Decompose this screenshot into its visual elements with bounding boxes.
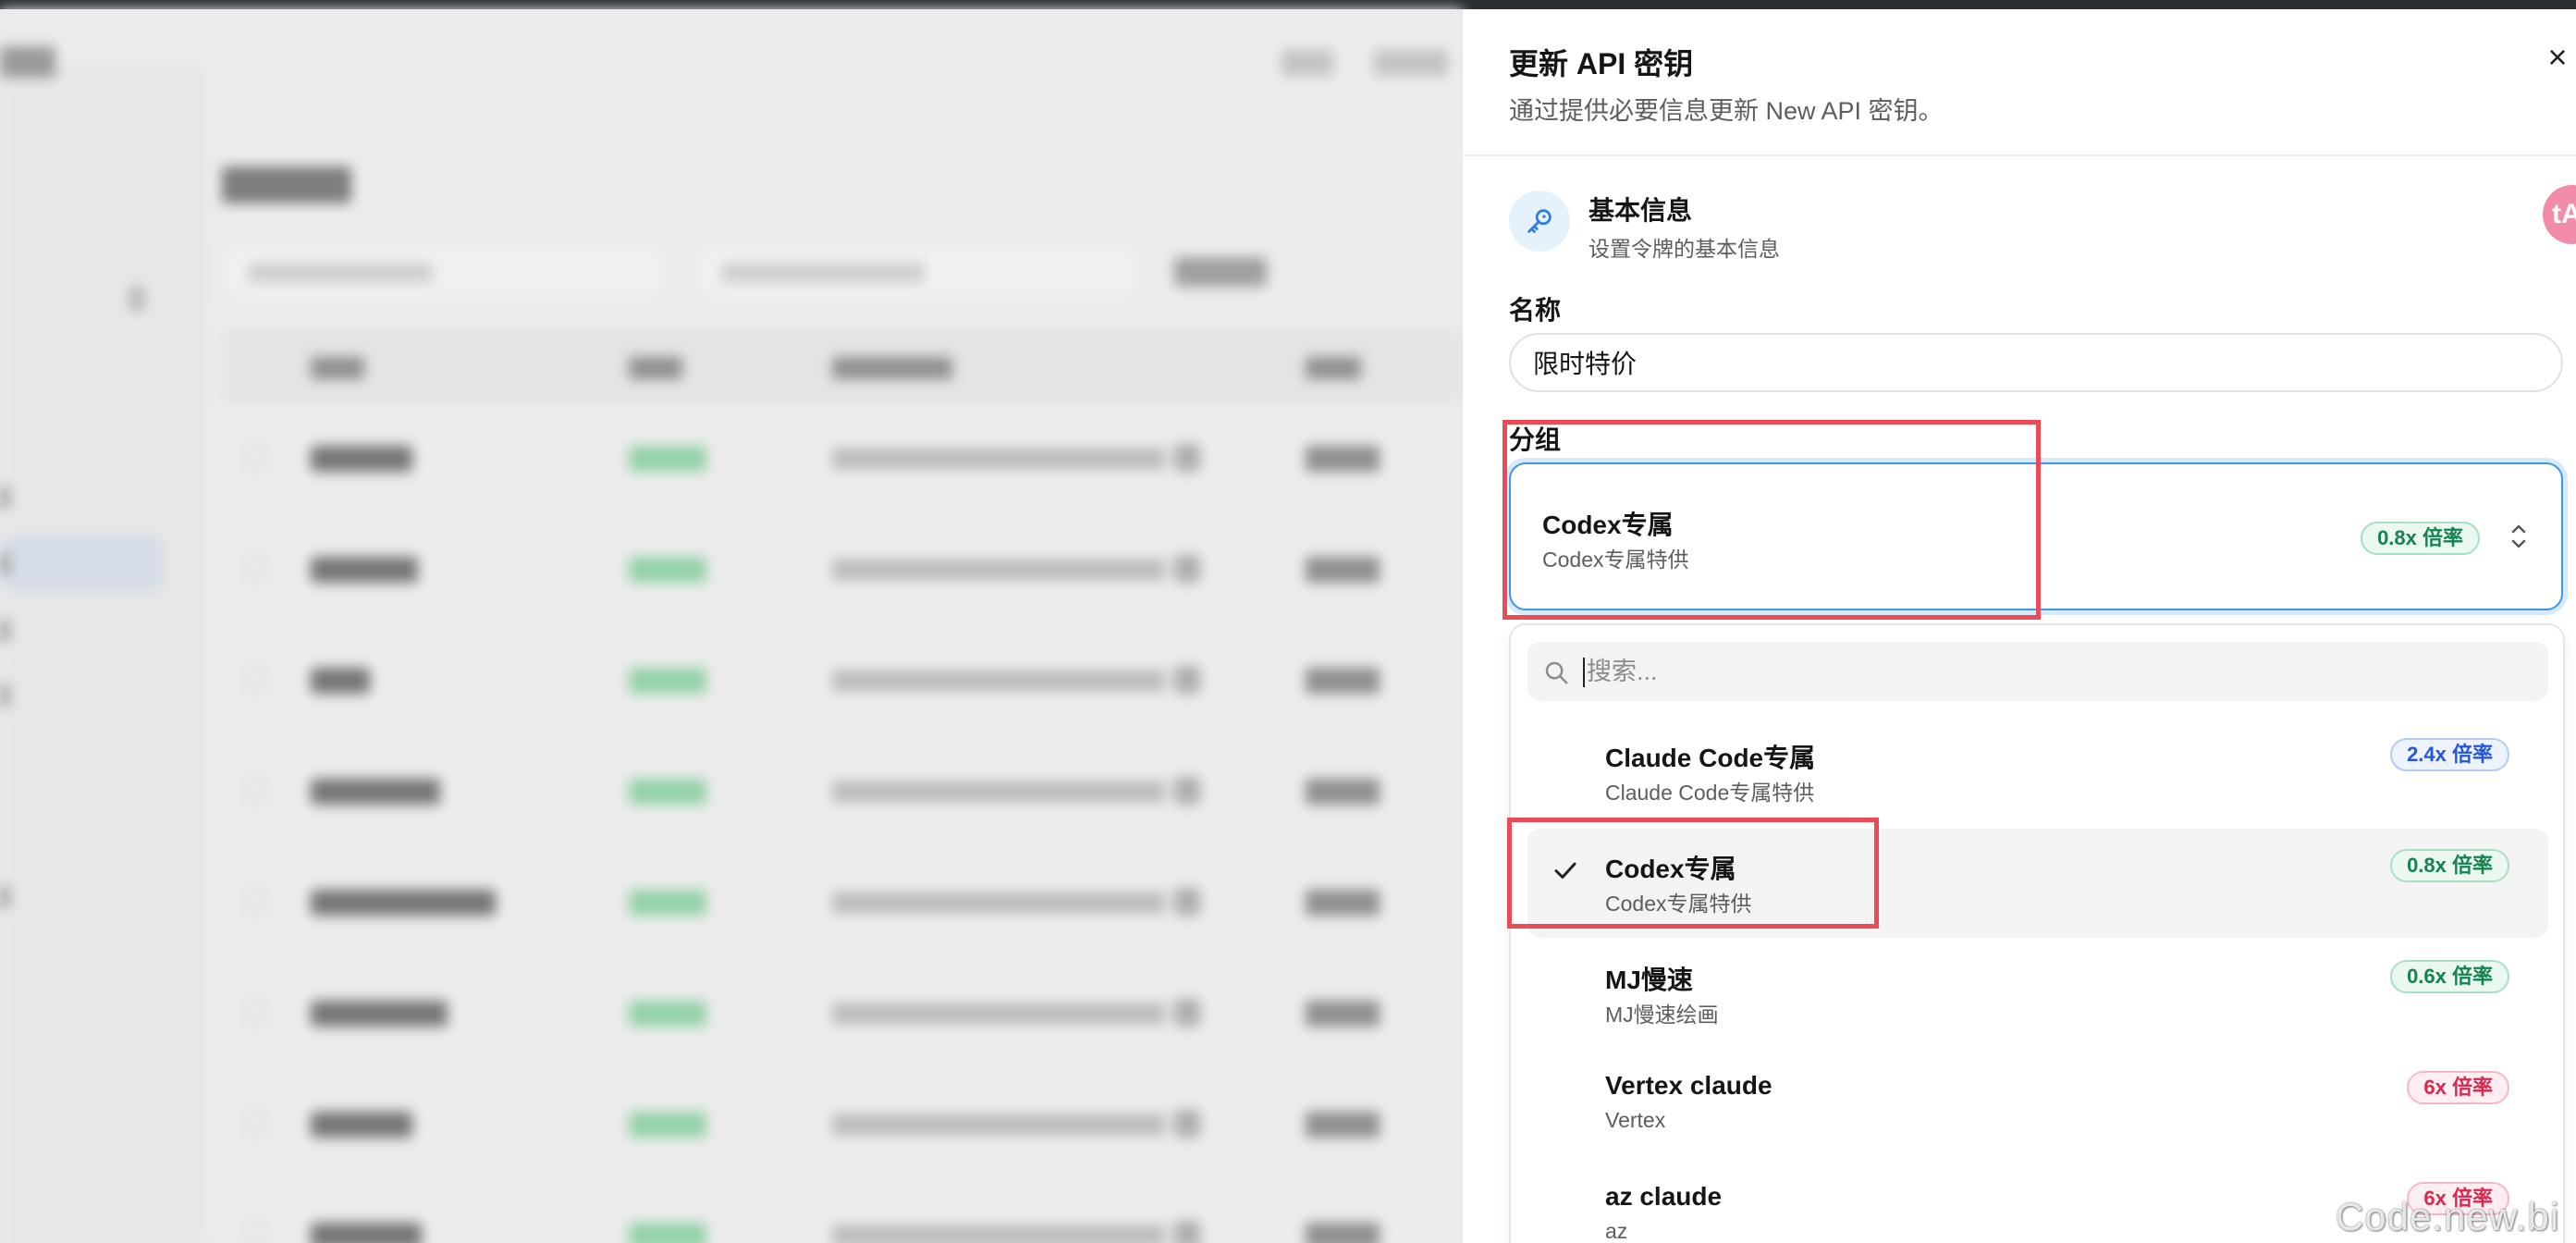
drawer-subtitle: 通过提供必要信息更新 New API 密钥。: [1509, 97, 1944, 125]
group-field-label: 分组: [1509, 425, 1562, 454]
dropdown-search-box[interactable]: [1527, 642, 2548, 701]
bg-sidebar: [0, 65, 207, 1243]
bg-top-link: [1282, 50, 1333, 76]
rate-badge: 2.4x 倍率: [2390, 738, 2509, 771]
header-divider: [1463, 154, 2576, 156]
key-icon: [1509, 191, 1570, 252]
option-name: Vertex claude: [1605, 1071, 1773, 1100]
edit-api-key-drawer: 更新 API 密钥 通过提供必要信息更新 New API 密钥。 × 基本信息 …: [1463, 9, 2576, 1243]
option-name: Claude Code专属: [1605, 744, 1816, 772]
rate-badge: 6x 倍率: [2407, 1071, 2509, 1104]
option-desc: Vertex: [1605, 1108, 1666, 1132]
bg-collapse-chevron: [129, 287, 144, 311]
chevron-updown-icon: [2511, 524, 2526, 548]
bg-table-row: [222, 625, 1463, 736]
drawer-title: 更新 API 密钥: [1509, 47, 1694, 80]
bg-sidebar-icon: [0, 486, 9, 509]
section-subtitle: 设置令牌的基本信息: [1589, 237, 1780, 261]
bg-table-row: [222, 1180, 1463, 1243]
bg-sidebar-icon: [0, 620, 9, 642]
group-select-name: Codex专属: [1542, 511, 1674, 539]
group-dropdown-list: Claude Code专属 Claude Code专属特供 2.4x 倍率 Co…: [1509, 623, 2565, 1243]
bg-table-row: [222, 514, 1463, 625]
bg-sidebar-icon: [0, 553, 9, 575]
rate-badge: 0.8x 倍率: [2390, 849, 2509, 882]
option-desc: MJ慢速绘画: [1605, 1003, 1719, 1027]
group-option-codex[interactable]: Codex专属 Codex专属特供 0.8x 倍率: [1527, 829, 2548, 938]
search-icon: [1545, 661, 1568, 684]
bg-table-row: [222, 958, 1463, 1069]
group-option-mj-slow[interactable]: MJ慢速 MJ慢速绘画 0.6x 倍率: [1527, 940, 2548, 1049]
floating-translate-badge[interactable]: tA: [2543, 185, 2576, 244]
section-title: 基本信息: [1589, 196, 1693, 225]
window-top-bar: [0, 0, 2576, 9]
option-desc: Claude Code专属特供: [1605, 781, 1815, 805]
group-option-vertex-claude[interactable]: Vertex claude Vertex 6x 倍率: [1527, 1051, 2548, 1160]
option-name: MJ慢速: [1605, 966, 1693, 994]
bg-sidebar-icon: [0, 684, 9, 707]
option-name: az claude: [1605, 1182, 1723, 1211]
bg-table-header: [222, 329, 1463, 403]
name-field-label: 名称: [1509, 296, 1562, 325]
bg-table-row: [222, 403, 1463, 514]
bg-filter-input: [695, 242, 1139, 302]
search-input[interactable]: [1587, 651, 2419, 692]
bg-reset-button: [1174, 257, 1267, 287]
close-button[interactable]: ×: [2541, 41, 2574, 74]
option-name: Codex专属: [1605, 855, 1736, 883]
bg-top-link: [1374, 50, 1448, 76]
name-input[interactable]: [1509, 333, 2563, 392]
bg-brand-logo: [0, 46, 55, 78]
bg-sidebar-active-item: [0, 535, 165, 592]
group-select[interactable]: Codex专属 Codex专属特供 0.8x 倍率: [1509, 462, 2563, 610]
close-icon: ×: [2547, 38, 2568, 76]
bg-page-heading: [222, 166, 351, 203]
rate-badge: 0.6x 倍率: [2390, 960, 2509, 993]
background-app-blurred: [0, 9, 1463, 1243]
bg-table-row: [222, 847, 1463, 958]
watermark: Code.new.bi: [2336, 1195, 2560, 1238]
check-icon: [1554, 862, 1576, 879]
rate-badge: 0.8x 倍率: [2361, 522, 2480, 555]
group-option-claude-code[interactable]: Claude Code专属 Claude Code专属特供 2.4x 倍率: [1527, 718, 2548, 827]
bg-search-input: [222, 242, 666, 302]
group-select-desc: Codex专属特供: [1542, 548, 1689, 572]
bg-table-row: [222, 1069, 1463, 1180]
bg-sidebar-icon: [0, 886, 9, 908]
bg-table-row: [222, 736, 1463, 847]
option-desc: az: [1605, 1219, 1628, 1243]
option-desc: Codex专属特供: [1605, 892, 1752, 916]
text-caret: [1583, 658, 1585, 687]
